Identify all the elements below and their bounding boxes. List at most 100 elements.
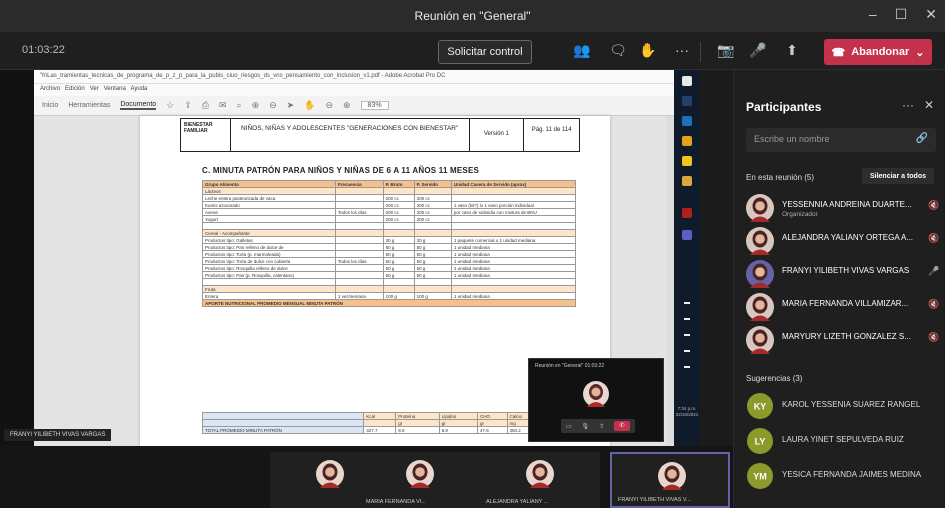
avatar (746, 260, 774, 288)
edge-icon[interactable] (682, 116, 692, 126)
maximize-icon[interactable]: ☐ (895, 6, 908, 23)
video-tile[interactable]: FRANYI YILIBETH VIVAS V... (610, 452, 730, 508)
suggestion-item[interactable]: YM YESICA FERNANDA JAIMES MEDINA (744, 460, 944, 492)
table-cell: 30 g (382, 236, 415, 244)
suggestion-name: KAROL YESSENIA SUAREZ RANGEL (782, 400, 921, 409)
tray-icon[interactable] (684, 318, 690, 320)
table-cell: 50 g (413, 243, 452, 251)
tab-inicio[interactable]: Inicio (42, 102, 58, 109)
participant-avatar (583, 381, 609, 407)
more-options-icon[interactable]: ··· (672, 42, 692, 58)
tray-icon[interactable] (684, 350, 690, 352)
mic-off-icon[interactable]: 🔇 (928, 200, 939, 211)
video-tile[interactable]: MARIA FERNANDA VI... (360, 452, 480, 508)
table-cell (382, 222, 415, 230)
leave-button[interactable]: ☎ Abandonar ⌄ (824, 39, 932, 65)
table-row (202, 222, 577, 230)
mic-off-icon[interactable]: 🎤 (748, 42, 768, 59)
table-cell (450, 194, 577, 202)
nutrition-header-cell: Kcal (363, 412, 397, 420)
mail-icon[interactable]: ✉ (219, 100, 227, 111)
windows-icon[interactable] (682, 76, 692, 86)
request-control-button[interactable]: Solicitar control (438, 40, 532, 64)
mic-icon[interactable]: 🎤 (928, 266, 939, 277)
table-cell (334, 194, 384, 202)
table-cell (201, 419, 365, 427)
teams-icon[interactable] (682, 230, 692, 240)
share-invite-icon[interactable]: 🔗 (916, 133, 928, 144)
mic-off-icon[interactable]: 🔇 (928, 233, 939, 244)
tray-icon[interactable] (684, 366, 690, 368)
tab-herramientas[interactable]: Herramientas (68, 102, 110, 109)
tray-icon[interactable] (684, 334, 690, 336)
menu-item[interactable]: Archivo (40, 86, 60, 92)
acrobat-icon[interactable] (682, 208, 692, 218)
participant-item[interactable]: MARYURY LIZETH GONZALEZ S... 🔇 (744, 324, 944, 356)
pdf-scrollbar[interactable] (666, 116, 674, 446)
suggestion-item[interactable]: LY LAURA YINET SEPULVEDA RUIZ (744, 425, 944, 457)
nutrition-unit-cell: gr (395, 419, 440, 427)
zoom-in-icon[interactable]: ⊕ (343, 100, 351, 111)
mic-icon[interactable]: 🎙 (582, 423, 590, 430)
table-cell: 1 unidad mediana (450, 292, 577, 300)
app-icon[interactable] (682, 176, 692, 186)
raise-hand-icon[interactable]: ✋ (638, 42, 658, 59)
table-cell: Productos tipo: Pan relleno de dulce de (202, 243, 336, 251)
cursor-icon[interactable]: ➤ (287, 100, 295, 111)
menu-item[interactable]: Ver (90, 86, 99, 92)
stage-gutter (700, 70, 733, 446)
search-icon[interactable] (682, 96, 692, 106)
chevron-down-icon[interactable]: ⌄ (915, 46, 924, 59)
menu-item[interactable]: Edición (65, 86, 85, 92)
participant-item[interactable]: FRANYI YILIBETH VIVAS VARGAS 🎤 (744, 258, 944, 290)
participant-role: Organizador (782, 211, 818, 218)
table-cell: 1 vez/semana (334, 292, 384, 300)
header-org: BIENESTAR FAMILIAR (181, 119, 231, 151)
minimize-icon[interactable]: – (869, 6, 877, 23)
prev-page-icon[interactable]: ⊕ (252, 100, 260, 111)
invite-input[interactable]: Escribe un nombre 🔗 (746, 128, 936, 152)
folder-icon[interactable] (682, 156, 692, 166)
print-icon[interactable]: ⎙ (202, 100, 209, 111)
avatar: YM (747, 463, 773, 489)
table-cell: 1 unidad mediana (450, 250, 577, 258)
search-icon[interactable]: ⌕ (237, 100, 242, 111)
share-icon[interactable]: ⇧ (599, 423, 604, 430)
upload-icon[interactable]: ⇪ (184, 100, 192, 111)
chat-icon[interactable]: 🗨 (608, 42, 628, 59)
camera-off-icon[interactable]: 📷 (716, 42, 736, 59)
participants-icon[interactable]: 👥 (572, 42, 592, 59)
participant-item[interactable]: ALEJANDRA YALIANY ORTEGA A... 🔇 (744, 225, 944, 257)
table-cell: 1 vaso (kit?) lo 1 vaso porción individu… (450, 201, 577, 209)
bookmark-icon[interactable]: ☆ (166, 100, 174, 111)
table-cell (334, 222, 384, 230)
nutrition-header-cell: CHO (476, 412, 508, 420)
pip-window[interactable]: Reunión en "General" 01:03:22 ▭ 🎙 ⇧ ✆ (528, 358, 664, 442)
share-screen-icon[interactable]: ⬆ (782, 42, 802, 59)
mic-off-icon[interactable]: 🔇 (928, 332, 939, 343)
mic-off-icon[interactable]: 🔇 (928, 299, 939, 310)
menu-item[interactable]: Ayuda (130, 86, 147, 92)
next-page-icon[interactable]: ⊖ (269, 100, 277, 111)
nutrition-value-cell: 47.6 (476, 426, 508, 434)
mute-all-button[interactable]: Silenciar a todos (862, 168, 934, 184)
hand-icon[interactable]: ✋ (304, 100, 315, 111)
table-cell (450, 285, 577, 293)
zoom-level[interactable]: 83% (360, 101, 389, 110)
suggestion-item[interactable]: KY KAROL YESSENIA SUAREZ RANGEL (744, 390, 944, 422)
toolbar-divider (700, 42, 701, 62)
more-icon[interactable]: ··· (902, 98, 914, 112)
tray-icon[interactable] (684, 302, 690, 304)
participant-item[interactable]: YESSENNIA ANDREINA DUARTE... Organizador… (744, 192, 944, 224)
table-cell: 1 unidad mediana (450, 271, 577, 279)
close-icon[interactable]: ✕ (925, 6, 937, 23)
hangup-icon[interactable]: ✆ (614, 421, 630, 431)
video-tile[interactable]: ALEJANDRA YALIANY ... (480, 452, 600, 508)
tab-documento[interactable]: Documento (120, 101, 157, 110)
close-panel-icon[interactable]: ✕ (924, 98, 934, 112)
camera-icon[interactable]: ▭ (566, 423, 572, 430)
explorer-icon[interactable] (682, 136, 692, 146)
participant-item[interactable]: MARIA FERNANDA VILLAMIZAR... 🔇 (744, 291, 944, 323)
menu-item[interactable]: Ventana (104, 86, 126, 92)
zoom-out-icon[interactable]: ⊖ (325, 100, 333, 111)
